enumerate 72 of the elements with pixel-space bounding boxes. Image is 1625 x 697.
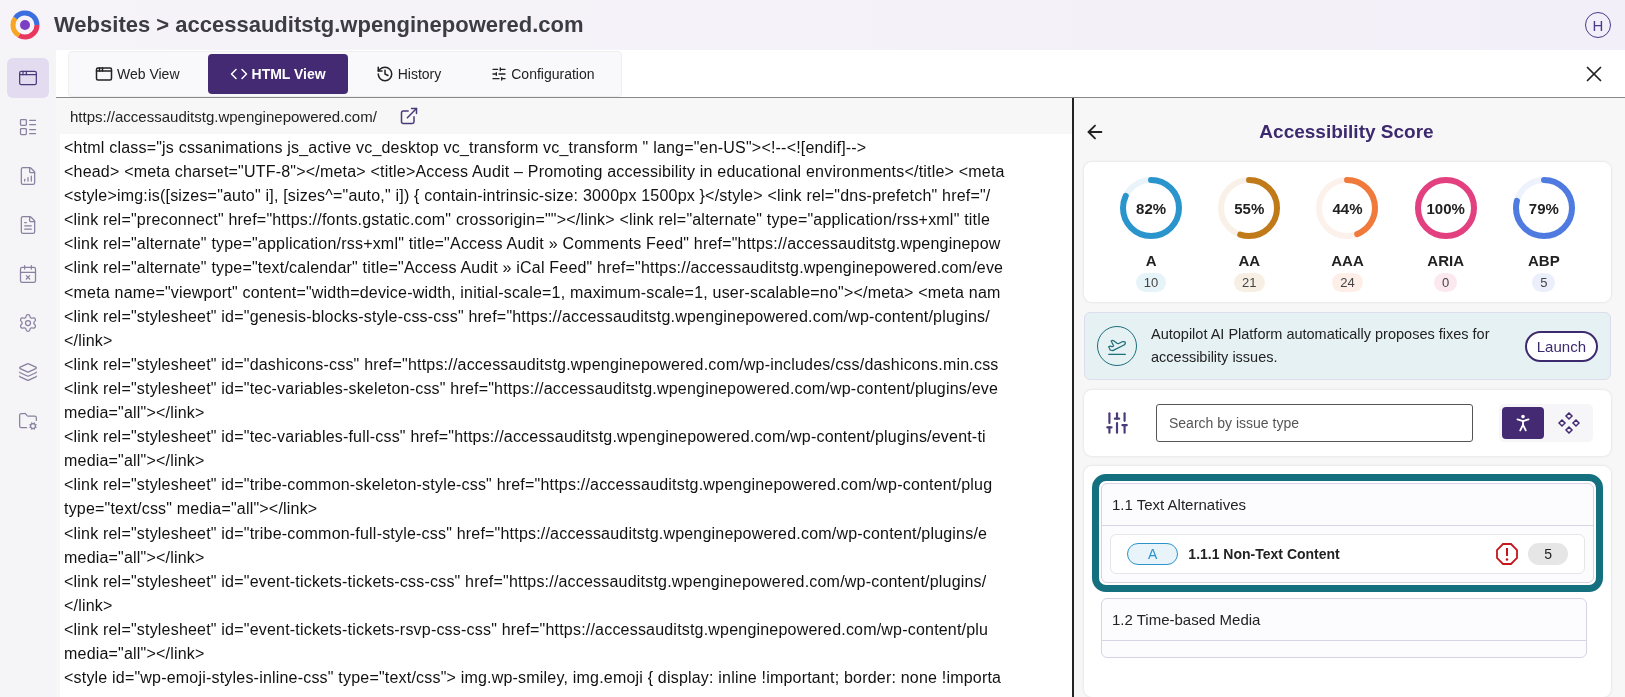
code-line: <link rel="stylesheet" id="event-tickets-tickets-rsvp-css-css" href="https://accessauditstg.wpenginepowered.com/wp-content/plu	[64, 619, 989, 640]
code-line: <meta name="viewport" content="width=device-width, initial-scale=1, maximum-scale=1, user-scalable=no"></meta> <meta nam	[64, 282, 1001, 303]
folder-gear-icon	[18, 411, 38, 431]
level-label: A	[1145, 252, 1157, 269]
criterion-title: 1.1.1 Non-Text Content	[1188, 546, 1341, 562]
score-percent: 82%	[1136, 199, 1167, 217]
logo-icon	[10, 10, 40, 40]
code-line: </link>	[64, 330, 113, 351]
issue-count: 5	[1532, 273, 1556, 292]
document-icon	[18, 215, 38, 235]
issue-count: 5	[1528, 543, 1568, 565]
code-line: type="text/css" media="all"></link>	[64, 499, 318, 520]
code-line: </link>	[64, 595, 113, 616]
code-line: media="all"></link>	[64, 547, 205, 568]
group-title[interactable]: 1.1 Text Alternatives	[1102, 484, 1593, 526]
history-icon	[375, 64, 394, 83]
launch-button[interactable]: Launch	[1524, 330, 1598, 362]
level-tag: A	[1127, 543, 1179, 565]
issue-count: 21	[1234, 273, 1265, 292]
page-url: https://accessauditstg.wpenginepowered.com/	[70, 107, 377, 125]
view-tab[interactable]: Web View	[73, 53, 202, 94]
diamonds-icon	[1558, 412, 1580, 434]
view-tab[interactable]: History	[353, 53, 464, 94]
layers-icon	[18, 362, 38, 382]
code-line: <link rel="preconnect" href="https://fonts.gstatic.com" crossorigin=""></link> <link rel="alternate" type="application/rss+xml" title	[64, 210, 991, 231]
external-link-icon[interactable]	[398, 106, 419, 126]
view-tab[interactable]: Configuration	[469, 53, 617, 94]
page-title: Websites > accessauditstg.wpenginepowered.com	[54, 12, 585, 38]
group-title[interactable]: 1.2 Time-based Media	[1102, 599, 1586, 641]
banner-text: Autopilot AI Platform automatically proposes fixes for accessibility issues.	[1151, 325, 1491, 367]
code-line: <style>img:is([sizes="auto" i], [sizes^="auto," i]) { contain-intrinsic-size: 3000px 1500px }</style> <link rel="dns-prefetch" href="/	[64, 186, 991, 207]
window-icon	[95, 64, 113, 83]
filter-sliders-icon[interactable]	[1104, 410, 1130, 436]
issue-count: 0	[1434, 273, 1458, 292]
chart-file-icon	[18, 166, 38, 186]
code-line: media="all"></link>	[64, 451, 205, 472]
sliders-icon	[491, 65, 508, 82]
code-line: <link rel="stylesheet" id="tec-variables-skeleton-css" href="https://accessauditstg.wpenginepowered.com/wp-content/plugins/eve	[64, 378, 999, 399]
code-line: <link rel="alternate" type="text/calendar" title="Access Audit » iCal Feed" href="https://accessauditstg.wpenginepowered.com/eve	[64, 258, 1004, 279]
window-icon	[18, 68, 38, 88]
issue-count: 10	[1135, 273, 1167, 292]
code-line: media="all"></link>	[64, 643, 205, 664]
code-line: <link rel="stylesheet" id="dashicons-css" href="https://accessauditstg.wpenginepowered.com/wp-includes/css/dashicons.min.css	[64, 354, 999, 375]
code-line: media="all"></link>	[64, 403, 205, 424]
score-percent: 79%	[1528, 199, 1559, 217]
issue-count: 24	[1332, 273, 1363, 292]
score-percent: 100%	[1426, 199, 1465, 217]
code-line: <link rel="stylesheet" id="event-tickets-tickets-css-css" href="https://accessauditstg.wpenginepowered.com/wp-content/plugins/	[64, 571, 987, 592]
criterion-row[interactable]: A 1.1.1 Non-Text Content 5	[1110, 534, 1585, 574]
code-line: <link rel="stylesheet" id="tribe-common-full-style-css" href="https://accessauditstg.wpenginepowered.com/wp-content/plugins/e	[64, 523, 988, 544]
level-label: ABP	[1528, 252, 1560, 269]
code-line: <link rel="stylesheet" id="tec-variables-full-css" href="https://accessauditstg.wpenginepowered.com/wp-content/plugins/event-ti	[64, 427, 986, 448]
level-label: AA	[1238, 252, 1261, 269]
code-line: <head> <meta charset="UTF-8"></meta> <title>Access Audit – Promoting accessibility in educational environments</title> <meta	[64, 162, 1005, 183]
code-line: <html class="js cssanimations js_active vc_desktop vc_transform vc_transform " lang="en-US"><!--<![endif]-->	[64, 138, 867, 158]
level-label: AAA	[1331, 252, 1364, 269]
calendar-icon	[18, 264, 38, 284]
list-icon	[18, 117, 38, 137]
code-line: <link rel="alternate" type="application/rss+xml" title="Access Audit » Comments Feed" href="https://accessauditstg.wpenginepow	[64, 234, 1001, 255]
search-field[interactable]: Search by issue type	[1156, 404, 1473, 442]
view-toggle-button[interactable]	[1502, 407, 1544, 439]
warning-octagon-icon	[1496, 543, 1519, 565]
level-label: ARIA	[1427, 252, 1464, 269]
code-line: <link rel="stylesheet" id="genesis-blocks-style-css-css" href="https://accessauditstg.wpenginepowered.com/wp-content/plugins/	[64, 306, 990, 327]
code-line: <link rel="stylesheet" id="tribe-common-skeleton-style-css" href="https://accessauditstg.wpenginepowered.com/wp-content/plug	[64, 475, 993, 496]
panel-title: Accessibility Score	[1259, 121, 1435, 143]
sidebar-item[interactable]	[7, 58, 49, 98]
score-percent: 55%	[1234, 199, 1265, 217]
settings-icon	[18, 313, 38, 333]
score-percent: 44%	[1332, 199, 1363, 217]
code-line: <style id="wp-emoji-styles-inline-css" type="text/css"> img.wp-smiley, img.emoji { display: inline !important; border: none !importa	[64, 668, 1002, 689]
view-tab[interactable]: HTML View	[207, 53, 348, 94]
